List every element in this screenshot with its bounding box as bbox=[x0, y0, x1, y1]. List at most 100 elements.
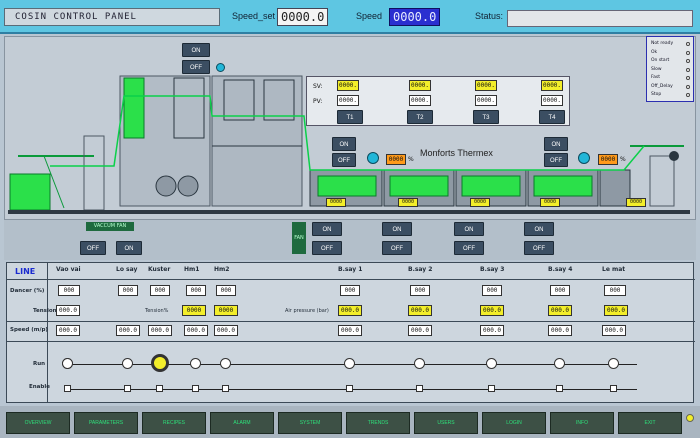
nav-button-alarm[interactable]: ALARM bbox=[210, 412, 274, 434]
enable-checkbox[interactable] bbox=[346, 385, 353, 392]
t1-button[interactable]: T1 bbox=[337, 110, 363, 124]
nav-button-parameters[interactable]: PARAMETERS bbox=[74, 412, 138, 434]
vaccum-fan-off-button[interactable]: OFF bbox=[80, 241, 106, 255]
nav-button-system[interactable]: SYSTEM bbox=[278, 412, 342, 434]
dancer-input-1[interactable]: 000 bbox=[118, 285, 138, 296]
zone-2-percent[interactable]: 0000 bbox=[398, 198, 418, 207]
run-toggle[interactable] bbox=[151, 354, 169, 372]
dancer-row-label: Dancer (%) bbox=[10, 288, 45, 294]
machine-illustration bbox=[9, 75, 684, 211]
nav-button-login[interactable]: LOGIN bbox=[482, 412, 546, 434]
fan-4-off-button[interactable]: OFF bbox=[524, 241, 554, 255]
pv-label: PV: bbox=[313, 98, 323, 105]
run-toggle[interactable] bbox=[486, 358, 497, 369]
enable-checkbox-start[interactable] bbox=[64, 385, 71, 392]
thermex-left-off-button[interactable]: OFF bbox=[332, 153, 356, 167]
nav-button-info[interactable]: INFO bbox=[550, 412, 614, 434]
dancer-input-3[interactable]: 000 bbox=[186, 285, 206, 296]
pv-t1-display: 0000. bbox=[337, 95, 359, 106]
dancer-input-6[interactable]: 000 bbox=[410, 285, 430, 296]
dancer-input-7[interactable]: 000 bbox=[482, 285, 502, 296]
main-on-button[interactable]: ON bbox=[182, 43, 210, 57]
enable-checkbox[interactable] bbox=[556, 385, 563, 392]
run-toggle[interactable] bbox=[414, 358, 425, 369]
speed-input-6[interactable]: 000.0 bbox=[408, 325, 432, 336]
speed-input-8[interactable]: 000.0 bbox=[548, 325, 572, 336]
t4-button[interactable]: T4 bbox=[539, 110, 565, 124]
dancer-input-8[interactable]: 000 bbox=[550, 285, 570, 296]
speed-input-2[interactable]: 000.0 bbox=[148, 325, 172, 336]
speed-input-5[interactable]: 000.0 bbox=[338, 325, 362, 336]
tension-percent-label: Tension% bbox=[145, 308, 169, 314]
main-off-button[interactable]: OFF bbox=[182, 60, 210, 74]
fan-2-off-button[interactable]: OFF bbox=[382, 241, 412, 255]
fan-4-on-button[interactable]: ON bbox=[524, 222, 554, 236]
nav-button-overview[interactable]: OVERVIEW bbox=[6, 412, 70, 434]
tension-input-1[interactable]: 0000 bbox=[214, 305, 238, 316]
fan-3-off-button[interactable]: OFF bbox=[454, 241, 484, 255]
enable-checkbox[interactable] bbox=[192, 385, 199, 392]
speed-set-display[interactable]: 0000.0 bbox=[277, 8, 329, 26]
thermex-right-off-button[interactable]: OFF bbox=[544, 153, 568, 167]
nav-button-recipes[interactable]: RECIPES bbox=[142, 412, 206, 434]
speed-input-1[interactable]: 000.0 bbox=[116, 325, 140, 336]
zone-4-percent[interactable]: 0000 bbox=[540, 198, 560, 207]
enable-checkbox[interactable] bbox=[222, 385, 229, 392]
fan-3-on-button[interactable]: ON bbox=[454, 222, 484, 236]
run-toggle[interactable] bbox=[554, 358, 565, 369]
nav-button-trends[interactable]: TRENDS bbox=[346, 412, 410, 434]
run-toggle[interactable] bbox=[122, 358, 133, 369]
fan-1-on-button[interactable]: ON bbox=[312, 222, 342, 236]
sv-t4-input[interactable]: 0000. bbox=[541, 80, 563, 91]
run-toggle[interactable] bbox=[344, 358, 355, 369]
tension-input-2[interactable]: 000.0 bbox=[338, 305, 362, 316]
tension-input-0[interactable]: 0000 bbox=[182, 305, 206, 316]
nav-button-exit[interactable]: EXIT bbox=[618, 412, 682, 434]
tension-input-3[interactable]: 000.0 bbox=[408, 305, 432, 316]
speed-input-4[interactable]: 000.0 bbox=[214, 325, 238, 336]
sv-t2-input[interactable]: 0000. bbox=[409, 80, 431, 91]
enable-checkbox[interactable] bbox=[416, 385, 423, 392]
dancer-input-4[interactable]: 000 bbox=[216, 285, 236, 296]
thermex-left-percent[interactable]: 0000 bbox=[386, 154, 406, 165]
legend-dot-icon bbox=[686, 93, 690, 97]
thermex-left-on-button[interactable]: ON bbox=[332, 137, 356, 151]
dancer-input-0[interactable]: 000 bbox=[58, 285, 80, 296]
enable-checkbox[interactable] bbox=[610, 385, 617, 392]
dancer-input-5[interactable]: 000 bbox=[340, 285, 360, 296]
fan-2-on-button[interactable]: ON bbox=[382, 222, 412, 236]
enable-checkbox[interactable] bbox=[156, 385, 163, 392]
run-toggle[interactable] bbox=[220, 358, 231, 369]
top-bar: COSIN CONTROL PANEL Speed_set 0000.0 Spe… bbox=[0, 0, 700, 34]
run-toggle[interactable] bbox=[190, 358, 201, 369]
tension-input-main[interactable]: 000.0 bbox=[56, 305, 80, 316]
nav-button-users[interactable]: USERS bbox=[414, 412, 478, 434]
speed-input-7[interactable]: 000.0 bbox=[480, 325, 504, 336]
t3-button[interactable]: T3 bbox=[473, 110, 499, 124]
speed-input-3[interactable]: 000.0 bbox=[184, 325, 208, 336]
thermex-right-percent[interactable]: 0000 bbox=[598, 154, 618, 165]
vaccum-fan-on-button[interactable]: ON bbox=[116, 241, 142, 255]
thermex-right-on-button[interactable]: ON bbox=[544, 137, 568, 151]
tension-input-4[interactable]: 000.0 bbox=[480, 305, 504, 316]
run-toggle[interactable] bbox=[608, 358, 619, 369]
speed-input-0[interactable]: 000.0 bbox=[56, 325, 80, 336]
run-toggle-start[interactable] bbox=[62, 358, 73, 369]
zone-3-percent[interactable]: 0000 bbox=[470, 198, 490, 207]
tension-input-5[interactable]: 000.0 bbox=[548, 305, 572, 316]
tension-input-6[interactable]: 000.0 bbox=[604, 305, 628, 316]
enable-checkbox[interactable] bbox=[488, 385, 495, 392]
zone-5-percent[interactable]: 0000 bbox=[626, 198, 646, 207]
dancer-input-9[interactable]: 000 bbox=[604, 285, 626, 296]
enable-checkbox[interactable] bbox=[124, 385, 131, 392]
dancer-input-2[interactable]: 000 bbox=[150, 285, 170, 296]
air-pressure-label: Air pressure (bar) bbox=[285, 308, 329, 314]
t2-button[interactable]: T2 bbox=[407, 110, 433, 124]
zone-1-percent[interactable]: 0000 bbox=[326, 198, 346, 207]
sv-t1-input[interactable]: 0000. bbox=[337, 80, 359, 91]
sv-t3-input[interactable]: 0000. bbox=[475, 80, 497, 91]
speed-input-9[interactable]: 000.0 bbox=[602, 325, 626, 336]
speed-display: 0000.0 bbox=[389, 8, 441, 26]
legend-item: On start bbox=[651, 58, 670, 63]
fan-1-off-button[interactable]: OFF bbox=[312, 241, 342, 255]
